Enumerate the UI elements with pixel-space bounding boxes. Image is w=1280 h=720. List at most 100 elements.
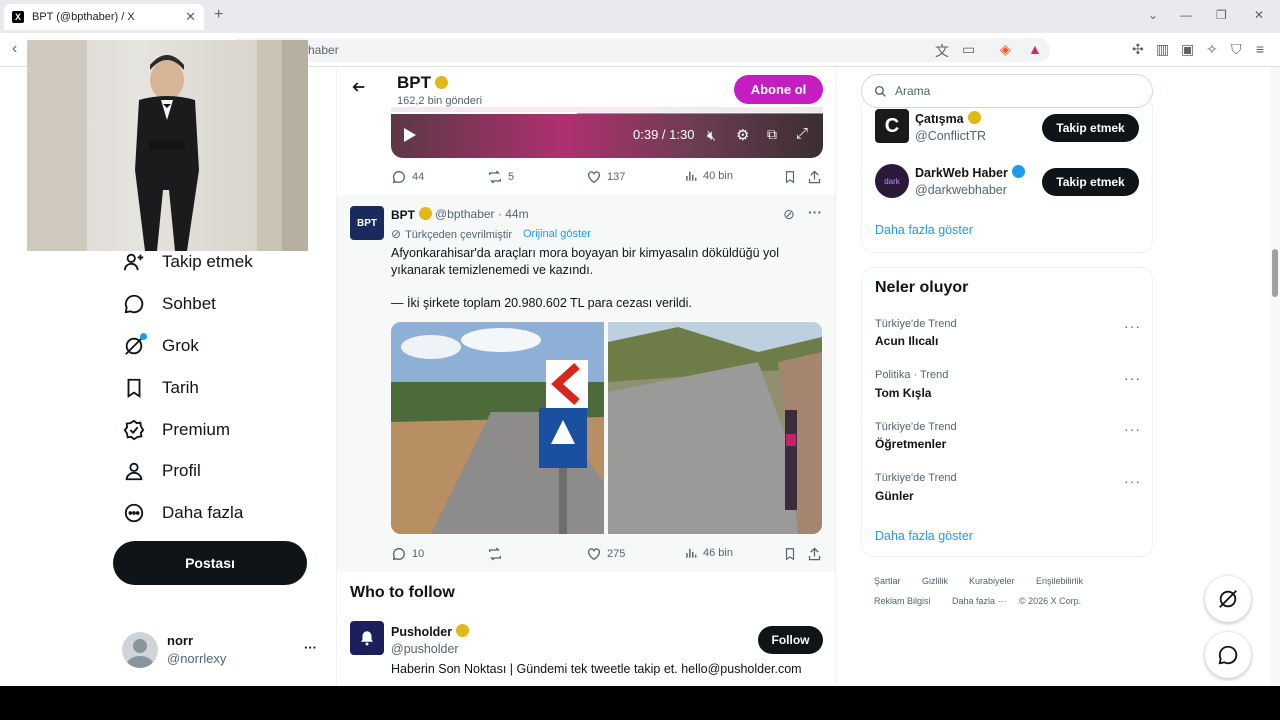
show-more-link[interactable]: Daha fazla göster bbox=[875, 223, 973, 237]
post-button[interactable]: Postası bbox=[113, 541, 307, 585]
footer-accessibility-link[interactable]: Erişilebilirlik bbox=[1036, 576, 1083, 586]
fullscreen-icon[interactable]: ⤢ bbox=[796, 125, 808, 142]
trend-name[interactable]: Tom Kışla bbox=[875, 386, 931, 400]
trend-more-icon[interactable]: ··· bbox=[1124, 473, 1141, 489]
verified-gold-icon bbox=[419, 207, 432, 220]
nav-item-bookmarks[interactable]: Tarih bbox=[122, 373, 199, 403]
footer-terms-link[interactable]: Şartlar bbox=[874, 576, 901, 586]
tweet-avatar[interactable]: BPT bbox=[350, 206, 384, 240]
grok-icon[interactable]: ⊘ bbox=[783, 206, 795, 223]
menu-icon[interactable]: ≡ bbox=[1256, 41, 1264, 57]
tab-close-icon[interactable]: ✕ bbox=[185, 9, 196, 25]
footer-more-link[interactable]: Daha fazla ··· bbox=[952, 596, 1007, 606]
page-scrollbar[interactable] bbox=[1270, 67, 1280, 686]
browser-tab[interactable]: X BPT (@bpthaber) / X ✕ bbox=[4, 4, 204, 30]
trend-name[interactable]: Öğretmenler bbox=[875, 437, 946, 451]
verified-gold-icon bbox=[456, 624, 470, 637]
trend-more-icon[interactable]: ··· bbox=[1124, 318, 1141, 334]
messages-fab-button[interactable] bbox=[1205, 632, 1251, 678]
footer-privacy-link[interactable]: Gizlilik bbox=[922, 576, 948, 586]
tweet-handle-time[interactable]: @bpthaber · 44m bbox=[435, 207, 529, 221]
subscribe-button[interactable]: Abone ol bbox=[734, 75, 823, 104]
reply-button[interactable]: 10 bbox=[391, 546, 424, 562]
trend-more-icon[interactable]: ··· bbox=[1124, 370, 1141, 386]
grok-fab-button[interactable] bbox=[1205, 576, 1251, 622]
views-count: 40 bin bbox=[703, 170, 733, 182]
brave-rewards-icon[interactable]: ▲ bbox=[1028, 41, 1042, 57]
back-arrow-icon[interactable] bbox=[351, 79, 367, 100]
tweet-photo[interactable] bbox=[391, 322, 604, 534]
wallet-icon[interactable]: ▣ bbox=[1181, 41, 1194, 58]
play-icon[interactable] bbox=[404, 128, 416, 147]
settings-gear-icon[interactable]: ⚙ bbox=[736, 126, 749, 144]
new-tab-icon[interactable]: + bbox=[214, 6, 223, 24]
trend-more-icon[interactable]: ··· bbox=[1124, 421, 1141, 437]
extensions-icon[interactable]: ✣ bbox=[1132, 41, 1144, 58]
retweet-button[interactable] bbox=[487, 546, 508, 562]
bookmark-icon[interactable] bbox=[783, 169, 797, 190]
chat-bubble-icon bbox=[122, 292, 146, 316]
suggestion-name[interactable]: DarkWeb Haber bbox=[915, 165, 1025, 180]
vpn-icon[interactable]: ⛉ bbox=[1231, 41, 1242, 58]
trend-name[interactable]: Acun Ilıcalı bbox=[875, 334, 938, 348]
nav-item-premium[interactable]: Premium bbox=[122, 415, 230, 445]
suggestion-handle: @ConflictTR bbox=[915, 129, 987, 143]
follow-button[interactable]: Takip etmek bbox=[1042, 114, 1139, 142]
account-name: norr bbox=[167, 633, 193, 648]
nav-label: Premium bbox=[162, 420, 231, 439]
scrollbar-thumb[interactable] bbox=[1272, 249, 1278, 297]
follow-button[interactable]: Takip etmek bbox=[1042, 168, 1139, 196]
nav-item-following[interactable]: Takip etmek bbox=[122, 247, 253, 277]
show-more-link[interactable]: Daha fazla göster bbox=[875, 529, 973, 543]
window-close-icon[interactable]: ✕ bbox=[1254, 8, 1264, 22]
suggestion-name[interactable]: Çatışma bbox=[915, 111, 981, 126]
tweet-author[interactable]: BPT bbox=[391, 207, 432, 222]
restore-icon[interactable]: ❐ bbox=[1216, 8, 1227, 22]
account-more-icon[interactable]: ··· bbox=[304, 640, 317, 655]
footer-cookies-link[interactable]: Kurabiyeler bbox=[969, 576, 1015, 586]
back-arrow-icon[interactable]: ‹ bbox=[12, 40, 17, 58]
account-switcher[interactable]: norr @norrlexy ··· bbox=[122, 628, 322, 672]
reply-button[interactable]: 44 bbox=[391, 169, 424, 185]
mute-icon[interactable]: 🔇︎ bbox=[707, 127, 716, 144]
suggestion-avatar[interactable]: dark bbox=[875, 164, 909, 198]
main-timeline: 0:39 / 1:30 🔇︎ ⚙ ⧉ ⤢ BPT 162,2 bin gönde… bbox=[336, 67, 836, 687]
nav-item-grok[interactable]: Grok bbox=[122, 331, 199, 361]
footer-copyright: © 2026 X Corp. bbox=[1019, 596, 1082, 606]
reply-count: 10 bbox=[412, 548, 425, 560]
tab-search-icon[interactable]: ⌄ bbox=[1148, 8, 1158, 22]
tweet-photo[interactable] bbox=[608, 322, 822, 534]
follow-button[interactable]: Follow bbox=[758, 626, 823, 654]
brave-shield-icon[interactable]: ◈ bbox=[1000, 41, 1011, 58]
cast-icon[interactable]: ▭ bbox=[962, 41, 975, 58]
suggestion-handle: @darkwebhaber bbox=[915, 183, 1007, 197]
minimize-icon[interactable]: — bbox=[1180, 8, 1192, 22]
trend-name[interactable]: Günler bbox=[875, 489, 914, 503]
suggested-account-name[interactable]: Pusholder bbox=[391, 624, 470, 639]
pusholder-avatar[interactable] bbox=[350, 621, 384, 655]
leo-ai-icon[interactable]: ✧ bbox=[1206, 41, 1218, 58]
retweet-button[interactable]: 5 bbox=[487, 169, 514, 185]
address-bar[interactable]: haber bbox=[230, 38, 1050, 62]
nav-item-profile[interactable]: Profil bbox=[122, 456, 201, 486]
nav-item-more[interactable]: Daha fazla bbox=[122, 498, 243, 528]
bookmark-icon[interactable] bbox=[783, 546, 797, 567]
video-player[interactable]: 0:39 / 1:30 🔇︎ ⚙ ⧉ ⤢ bbox=[391, 107, 823, 158]
sidebar-icon[interactable]: ▥ bbox=[1156, 41, 1169, 58]
suggestion-avatar[interactable]: C bbox=[875, 109, 909, 143]
nav-item-chat[interactable]: Sohbet bbox=[122, 289, 216, 319]
views-button[interactable]: 40 bin bbox=[684, 169, 733, 183]
tweet-more-icon[interactable]: ··· bbox=[808, 204, 822, 220]
footer-ads-link[interactable]: Reklam Bilgisi bbox=[874, 596, 931, 606]
video-time: 0:39 / 1:30 bbox=[633, 127, 695, 142]
picture-in-picture-icon[interactable]: ⧉ bbox=[767, 126, 777, 143]
views-button[interactable]: 46 bin bbox=[684, 546, 733, 560]
translate-icon[interactable]: 文 bbox=[935, 41, 949, 61]
like-button[interactable]: 137 bbox=[586, 169, 625, 185]
avatar bbox=[122, 632, 158, 668]
views-icon bbox=[686, 548, 697, 558]
like-button[interactable]: 275 bbox=[586, 546, 625, 562]
share-icon[interactable] bbox=[807, 546, 822, 567]
show-original-link[interactable]: Orijinal göster bbox=[523, 228, 591, 240]
share-icon[interactable] bbox=[807, 169, 822, 190]
